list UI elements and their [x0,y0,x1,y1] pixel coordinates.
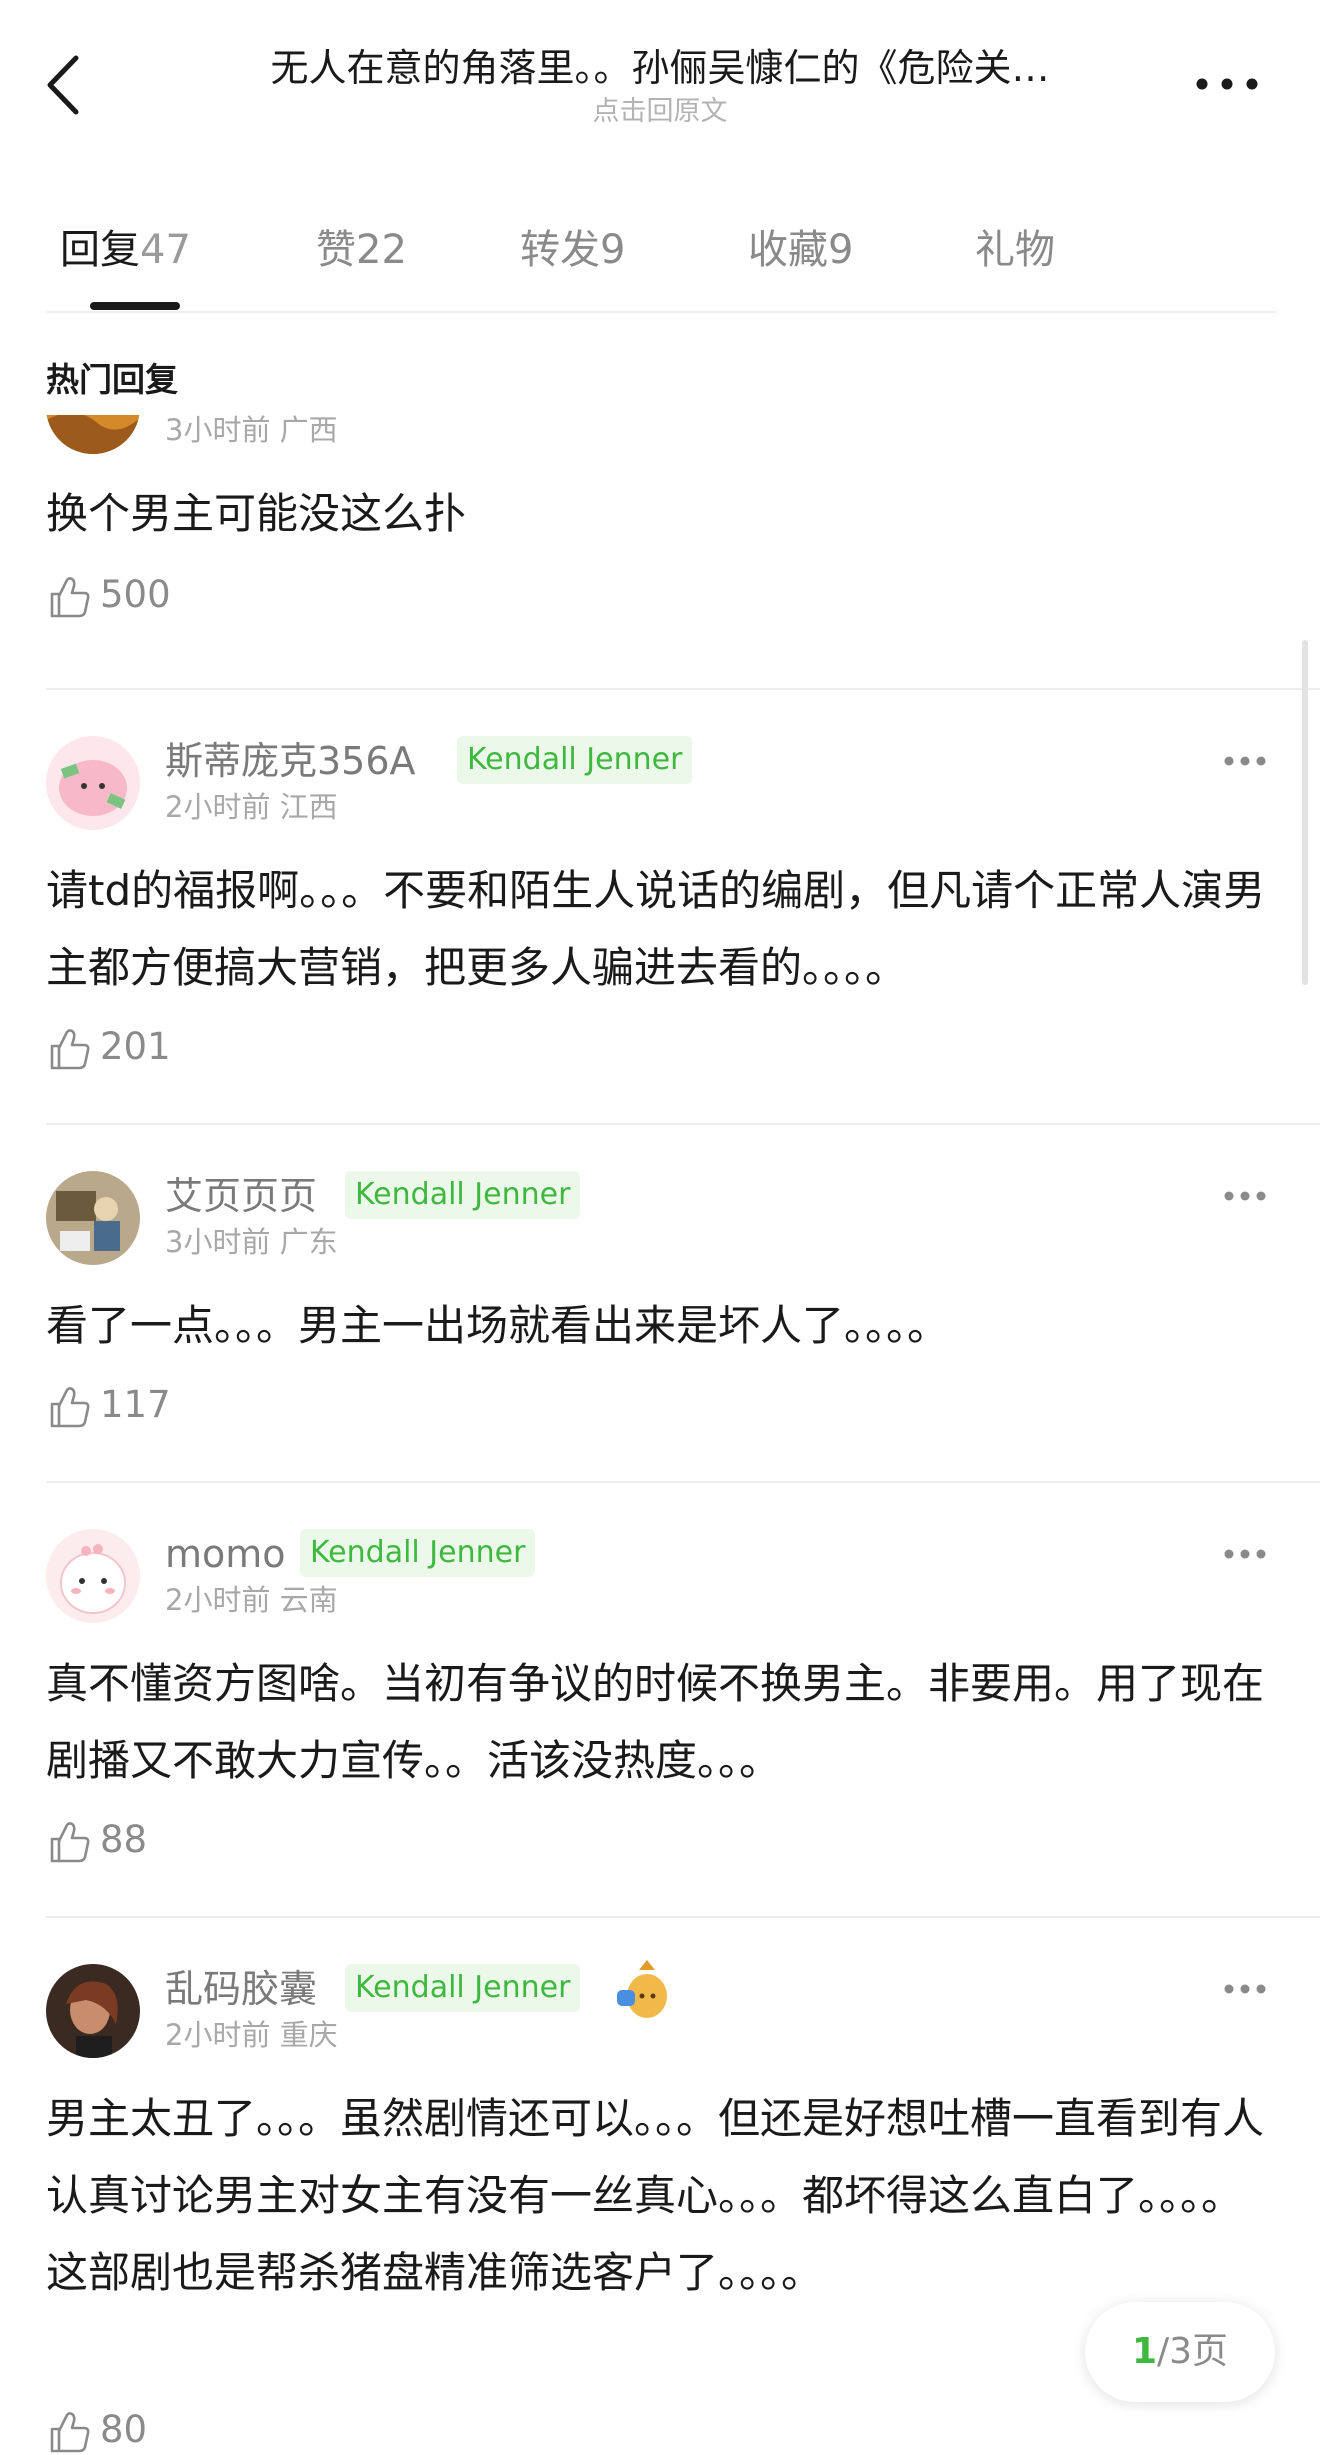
username[interactable]: 艾页页页 [165,1169,317,1223]
tab-likes[interactable]: 赞22 [316,210,407,290]
comment-meta: 3小时前 广东 [165,1222,338,1262]
comment-item: 3小时前 广西 换个男主可能没这么扑 500 [0,415,1320,735]
comment-more-icon[interactable] [1222,1547,1268,1561]
comment-location: 广东 [279,1225,338,1259]
avatar[interactable] [46,1171,140,1265]
comment-location: 云南 [279,1583,338,1617]
comment-text: 看了一点。。。男主一出场就看出来是坏人了。。。。 [46,1301,950,1350]
comment-meta: 2小时前 重庆 [165,2015,338,2055]
scrollbar[interactable] [1302,640,1308,985]
tab-gifts[interactable]: 礼物 [975,210,1055,290]
more-dots-icon [1196,78,1258,90]
avatar[interactable] [46,1964,140,2058]
more-menu-button[interactable] [1192,64,1262,104]
tab-reposts[interactable]: 转发9 [520,210,625,290]
back-chevron-icon [47,55,79,115]
thumbs-up-icon [50,2412,90,2453]
tab-favorites[interactable]: 收藏9 [748,210,853,290]
like-count: 201 [100,1025,171,1068]
tab-replies[interactable]: 回复47 [60,210,191,290]
comment-meta: 2小时前 江西 [165,787,338,827]
comment-time: 3小时前 [165,1225,271,1259]
comment-more-icon[interactable] [1222,754,1268,768]
like-count: 80 [100,2408,148,2451]
app-root: 无人在意的角落里。。孙俪吴慷仁的《危险关… 点击回原文 回复47 赞22 转发9… [0,0,1320,2455]
back-to-original-link[interactable]: 点击回原文 [175,94,1145,130]
tab-bar: 回复47 赞22 转发9 收藏9 礼物 [0,210,1320,310]
comment-text: 男主太丑了。。。虽然剧情还可以。。。但还是好想吐槽一直看到有人认真讨论男主对女主… [46,2094,1265,2297]
tab-label: 转发 [520,227,600,273]
current-page: 1 [1131,2331,1157,2372]
comment-time: 2小时前 [165,790,271,824]
active-tab-indicator [90,302,180,310]
comment-item: 艾页页页 Kendall Jenner 3小时前 广东 看了一点。。。男主一出场… [0,1125,1320,1483]
comment-time: 3小时前 [165,415,271,447]
tab-count: 9 [600,227,626,273]
avatar[interactable] [46,736,140,830]
tab-count: 22 [356,227,407,273]
username[interactable]: 乱码胶囊 [165,1962,317,2016]
comment-feed[interactable]: 3小时前 广西 换个男主可能没这么扑 500 斯蒂庞克356A Kendall … [0,415,1320,2455]
title-block[interactable]: 无人在意的角落里。。孙俪吴慷仁的《危险关… 点击回原文 [175,42,1145,130]
comment-meta: 2小时前 云南 [165,1580,338,1620]
comment-text: 换个男主可能没这么扑 [46,489,467,538]
tab-divider [46,311,1276,313]
tab-label: 收藏 [748,227,828,273]
comment-time: 2小时前 [165,2018,271,2052]
back-button[interactable] [40,50,90,120]
page-indicator[interactable]: 1/3页 [1085,2302,1275,2402]
thumbs-up-icon [50,1822,90,1863]
comment-location: 广西 [279,415,338,447]
like-count: 500 [100,573,171,616]
section-title: 热门回复 [46,360,178,399]
comment-more-icon[interactable] [1222,1982,1268,1996]
comment-text: 真不懂资方图啥。当初有争议的时候不换男主。非要用。用了现在剧播又不敢大力宣传。。… [46,1659,1265,1785]
thumbs-up-icon [50,1387,90,1428]
comment-time: 2小时前 [165,1583,271,1617]
tab-count: 47 [140,227,191,273]
fan-badge[interactable]: Kendall Jenner [345,1171,581,1219]
comment-more-icon[interactable] [1222,1189,1268,1203]
avatar[interactable] [46,1529,140,1623]
thumbs-up-icon [50,577,90,618]
tab-label: 礼物 [975,227,1055,273]
fan-badge[interactable]: Kendall Jenner [300,1529,536,1577]
username[interactable]: 斯蒂庞克356A [165,734,416,788]
gift-bag-icon [617,1960,667,2018]
comment-location: 江西 [279,790,338,824]
like-count: 88 [100,1818,148,1861]
comment-location: 重庆 [279,2018,338,2052]
like-count: 117 [100,1383,171,1426]
username[interactable]: momo [165,1527,286,1581]
fan-badge[interactable]: Kendall Jenner [345,1964,581,2012]
comment-meta: 3小时前 广西 [165,415,338,450]
comment-text: 请td的福报啊。。。不要和陌生人说话的编剧，但凡请个正常人演男主都方便搞大营销，… [46,866,1266,992]
comment-item: 斯蒂庞克356A Kendall Jenner 2小时前 江西 请td的福报啊。… [0,690,1320,1125]
tab-label: 赞 [316,227,356,273]
avatar[interactable] [46,415,140,454]
tab-count: 9 [828,227,854,273]
post-title[interactable]: 无人在意的角落里。。孙俪吴慷仁的《危险关… [175,42,1145,94]
comment-item: momo Kendall Jenner 2小时前 云南 真不懂资方图啥。当初有争… [0,1483,1320,1918]
fan-badge[interactable]: Kendall Jenner [457,736,693,784]
tab-label: 回复 [60,227,140,273]
top-bar: 无人在意的角落里。。孙俪吴慷仁的《危险关… 点击回原文 [0,0,1320,160]
page-total: /3页 [1157,2331,1229,2372]
thumbs-up-icon [50,1029,90,1070]
